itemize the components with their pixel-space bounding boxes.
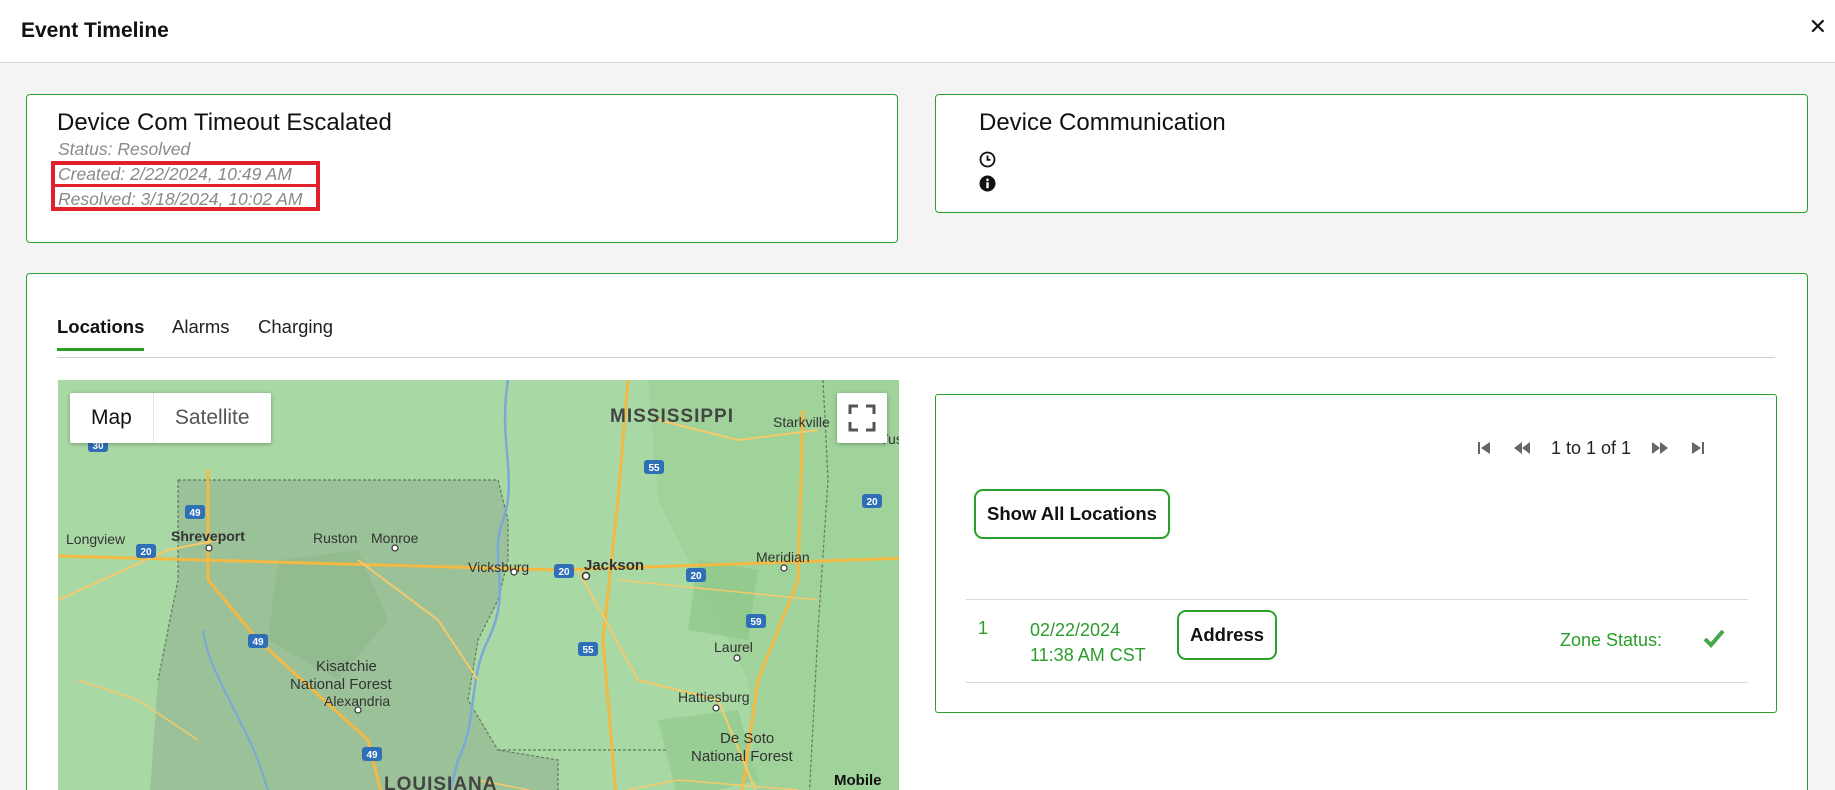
map-label-mobile: Mobile	[834, 772, 882, 789]
svg-text:55: 55	[582, 645, 594, 656]
first-page-icon	[1478, 442, 1490, 454]
map-label-longview: Longview	[66, 531, 126, 547]
map-label-mississippi: MISSISSIPPI	[610, 406, 734, 427]
map-label-de-soto: De Soto	[720, 730, 774, 747]
shield-i20b: 20	[554, 564, 574, 578]
first-page-button[interactable]	[1465, 433, 1503, 463]
svg-text:59: 59	[750, 617, 762, 628]
tab-bar: Locations Alarms Charging	[57, 316, 1775, 358]
location-index: 1	[978, 618, 989, 638]
event-status: Status: Resolved	[58, 139, 191, 159]
fullscreen-button[interactable]	[837, 393, 887, 443]
map-label-national-forest: National Forest	[290, 676, 393, 693]
shield-i59: 59	[746, 614, 766, 628]
map-label-hattiesburg: Hattiesburg	[678, 689, 750, 705]
info-icon	[979, 175, 996, 192]
shield-i55b: 55	[578, 642, 598, 656]
map-label-monroe: Monroe	[371, 530, 419, 546]
last-page-icon	[1692, 442, 1705, 454]
location-row: 1 02/22/2024 11:38 AM CST Address Zone S…	[966, 599, 1748, 683]
shield-i20d: 20	[862, 494, 882, 508]
map-label-shreveport: Shreveport	[171, 528, 245, 544]
map-label-laurel: Laurel	[714, 639, 753, 655]
show-all-locations-button[interactable]: Show All Locations	[974, 489, 1170, 539]
pager-text: 1 to 1 of 1	[1551, 437, 1632, 458]
shield-i49b: 49	[248, 634, 268, 648]
svg-text:20: 20	[140, 547, 152, 558]
shield-i20a: 20	[136, 544, 156, 558]
map-label-de-soto-forest: National Forest	[691, 748, 794, 765]
map-label-louisiana: LOUISIANA	[384, 774, 498, 790]
modal-header: Event Timeline ✕	[0, 0, 1835, 63]
next-page-icon	[1652, 442, 1669, 454]
previous-page-button[interactable]	[1503, 433, 1541, 463]
map-label-starkville: Starkville	[773, 414, 830, 430]
fullscreen-icon	[848, 404, 876, 432]
map-label-meridian: Meridian	[756, 549, 810, 565]
communication-title: Device Communication	[979, 109, 1226, 136]
svg-text:49: 49	[252, 637, 264, 648]
map-label-vicksburg: Vicksburg	[468, 559, 529, 575]
event-title: Device Com Timeout Escalated	[57, 109, 392, 136]
map-view[interactable]: MISSISSIPPI LOUISIANA Starkville Tus Lon…	[58, 380, 899, 790]
map-label-ruston: Ruston	[313, 530, 357, 546]
clock-icon	[979, 151, 996, 168]
shield-i55a: 55	[644, 460, 664, 474]
svg-text:20: 20	[866, 497, 878, 508]
event-summary-card: Device Com Timeout Escalated Status: Res…	[26, 94, 898, 243]
tab-alarms[interactable]: Alarms	[172, 316, 230, 348]
svg-text:49: 49	[189, 508, 201, 519]
map-type-toggle: Map Satellite	[70, 393, 271, 443]
tab-charging[interactable]: Charging	[258, 316, 333, 348]
map-type-map-button[interactable]: Map	[70, 393, 154, 443]
device-communication-card: Device Communication	[935, 94, 1808, 213]
map-label-jackson: Jackson	[584, 557, 644, 574]
locations-card: Locations Alarms Charging MISSISSIPPI LO…	[26, 273, 1808, 790]
pager: 1 to 1 of 1	[1465, 433, 1717, 463]
highlight-divider	[51, 184, 320, 187]
shield-i49c: 49	[362, 747, 382, 761]
shield-i49a: 49	[185, 505, 205, 519]
svg-text:20: 20	[690, 571, 702, 582]
next-page-button[interactable]	[1641, 433, 1679, 463]
address-button[interactable]: Address	[1177, 610, 1278, 660]
map-label-kisatchie: Kisatchie	[316, 658, 377, 675]
close-icon[interactable]: ✕	[1809, 16, 1827, 38]
tab-locations[interactable]: Locations	[57, 316, 145, 351]
locations-panel: 1 to 1 of 1 Show All Locations 1 02/22/2…	[935, 394, 1777, 713]
map-type-satellite-button[interactable]: Satellite	[154, 393, 271, 443]
location-timestamp: 02/22/2024 11:38 AM CST	[1030, 618, 1146, 668]
checkmark-icon	[1703, 629, 1725, 648]
svg-text:20: 20	[558, 567, 570, 578]
last-page-button[interactable]	[1679, 433, 1717, 463]
location-time: 11:38 AM CST	[1030, 645, 1146, 665]
previous-page-icon	[1514, 442, 1530, 454]
svg-text:49: 49	[366, 750, 378, 761]
svg-text:55: 55	[648, 463, 660, 474]
zone-status-label: Zone Status:	[1560, 630, 1663, 650]
shield-i20c: 20	[686, 568, 706, 582]
modal-title: Event Timeline	[21, 19, 169, 42]
location-date: 02/22/2024	[1030, 620, 1121, 640]
